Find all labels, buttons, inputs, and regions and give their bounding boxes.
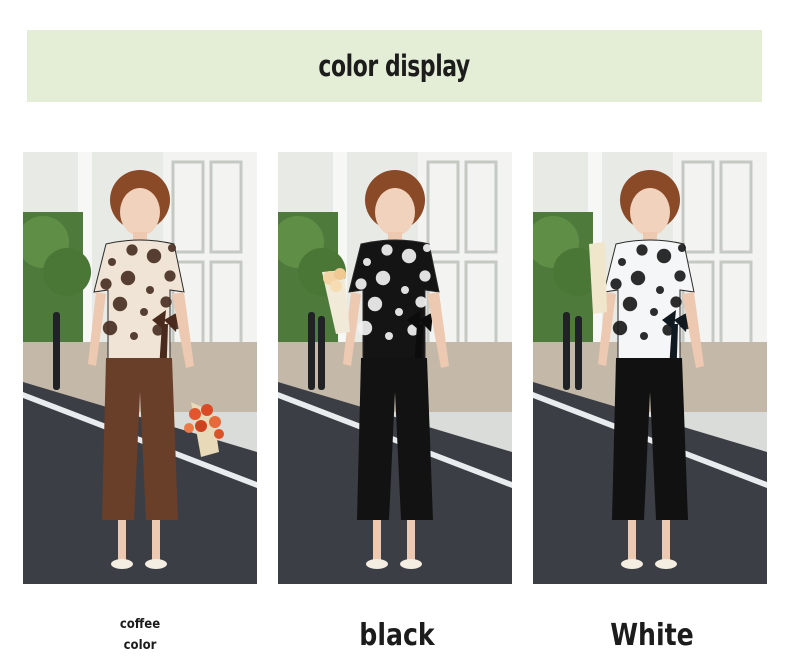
banner-title: color display — [318, 49, 471, 83]
caption-white: White — [610, 618, 694, 653]
caption-black: black — [359, 618, 435, 653]
woman-white-outfit — [533, 152, 767, 584]
caption-coffee-line1: coffee — [119, 617, 161, 632]
title-banner: color display — [27, 30, 762, 102]
product-photo-white[interactable] — [533, 152, 767, 584]
product-photo-black[interactable] — [278, 152, 512, 584]
woman-coffee-outfit — [23, 152, 257, 584]
product-photo-coffee[interactable] — [23, 152, 257, 584]
woman-black-outfit — [278, 152, 512, 584]
caption-coffee: coffee color — [104, 614, 176, 656]
